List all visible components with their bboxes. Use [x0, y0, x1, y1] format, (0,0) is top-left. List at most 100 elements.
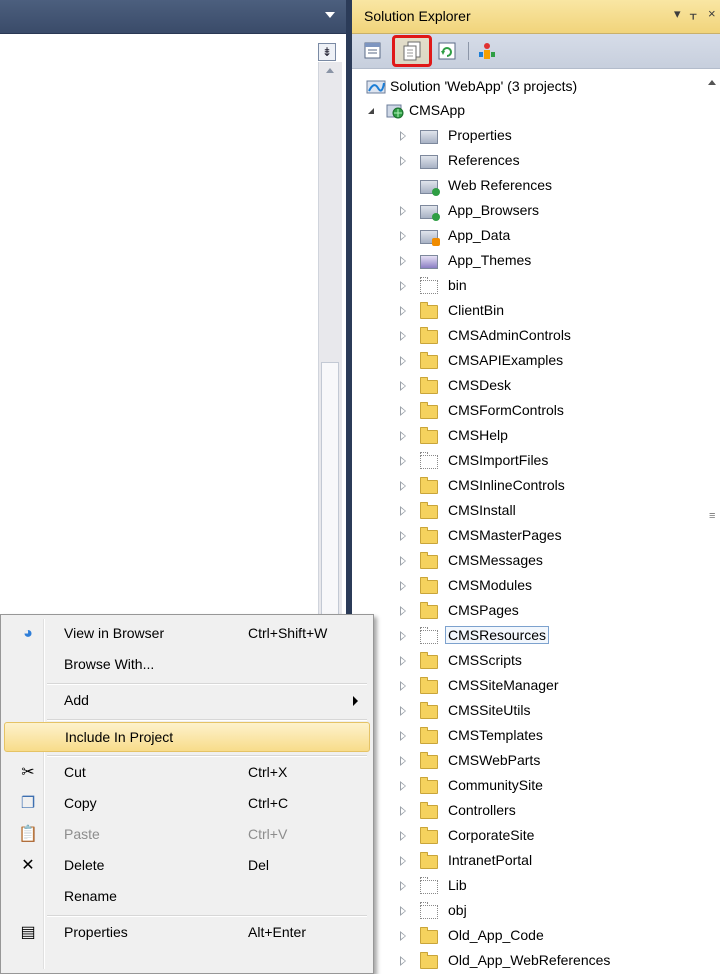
split-window-button[interactable]: ⇟	[318, 43, 336, 61]
expand-arrow-icon[interactable]	[400, 156, 406, 166]
scroll-grip-icon[interactable]: ≡	[709, 510, 715, 522]
editor-dropdown-icon[interactable]	[325, 12, 335, 18]
tree-item[interactable]: CMSImportFiles	[352, 449, 702, 473]
tree-item[interactable]: Controllers	[352, 799, 702, 823]
expand-arrow-icon[interactable]	[400, 881, 406, 891]
tree-item[interactable]: CommunitySite	[352, 774, 702, 798]
tree-item[interactable]: CMSScripts	[352, 649, 702, 673]
tree-item[interactable]: CMSModules	[352, 574, 702, 598]
tree-item[interactable]: References	[352, 149, 702, 173]
expand-arrow-icon[interactable]	[400, 781, 406, 791]
folder-icon	[420, 302, 438, 319]
tree-item[interactable]: CorporateSite	[352, 824, 702, 848]
pin-icon[interactable]: ᚁ	[690, 6, 696, 22]
tree-item[interactable]: bin	[352, 274, 702, 298]
tree-item[interactable]: App_Browsers	[352, 199, 702, 223]
menu-item-add[interactable]: Add	[4, 686, 370, 716]
menu-item-view-in-browser[interactable]: ◕ View in Browser Ctrl+Shift+W	[4, 619, 370, 649]
tree-item[interactable]: CMSFormControls	[352, 399, 702, 423]
properties-icon[interactable]	[362, 40, 384, 62]
expand-arrow-icon[interactable]	[400, 356, 406, 366]
tree-item[interactable]: ClientBin	[352, 299, 702, 323]
tree-item[interactable]: CMSHelp	[352, 424, 702, 448]
show-all-files-icon[interactable]	[401, 40, 423, 62]
expand-arrow-icon[interactable]	[400, 956, 406, 966]
tree-item[interactable]: CMSPages	[352, 599, 702, 623]
menu-item-rename[interactable]: Rename	[4, 882, 370, 912]
tree-item[interactable]: CMSResources	[352, 624, 702, 648]
tree-item[interactable]: CMSDesk	[352, 374, 702, 398]
menu-item-properties[interactable]: ▤ Properties Alt+Enter	[4, 918, 370, 948]
expand-arrow-icon[interactable]	[400, 581, 406, 591]
expand-arrow-icon[interactable]	[400, 481, 406, 491]
refresh-icon[interactable]	[436, 40, 458, 62]
menu-item-include-in-project[interactable]: Include In Project	[4, 722, 370, 752]
close-icon[interactable]: ×	[708, 6, 716, 21]
window-position-dropdown-icon[interactable]: ▾	[674, 6, 681, 22]
menu-item-label: Add	[64, 692, 89, 708]
tree-item[interactable]: CMSAdminControls	[352, 324, 702, 348]
expand-arrow-icon[interactable]	[400, 931, 406, 941]
expand-arrow-icon[interactable]	[400, 906, 406, 916]
expand-arrow-icon[interactable]	[400, 456, 406, 466]
expand-arrow-icon[interactable]	[400, 331, 406, 341]
expand-arrow-icon[interactable]	[400, 806, 406, 816]
collapse-arrow-icon[interactable]	[368, 108, 374, 114]
tree-item[interactable]: Old_App_Code	[352, 924, 702, 948]
tree-item-label: CMSSiteManager	[448, 677, 559, 693]
menu-item-label: Browse With...	[64, 656, 155, 672]
tree-item[interactable]: CMSMasterPages	[352, 524, 702, 548]
expand-arrow-icon[interactable]	[400, 631, 406, 641]
scroll-up-icon[interactable]	[326, 68, 334, 73]
menu-separator	[47, 755, 367, 757]
tree-item[interactable]: CMSAPIExamples	[352, 349, 702, 373]
menu-item-browse-with[interactable]: Browse With...	[4, 650, 370, 680]
expand-arrow-icon[interactable]	[400, 856, 406, 866]
solution-explorer-scrollbar[interactable]: ≡	[704, 70, 720, 974]
expand-arrow-icon[interactable]	[400, 281, 406, 291]
folder-icon	[420, 552, 438, 569]
tree-item[interactable]: obj	[352, 899, 702, 923]
expand-arrow-icon[interactable]	[400, 731, 406, 741]
expand-arrow-icon[interactable]	[400, 431, 406, 441]
expand-arrow-icon[interactable]	[400, 506, 406, 516]
tree-item[interactable]: App_Data	[352, 224, 702, 248]
expand-arrow-icon[interactable]	[400, 681, 406, 691]
menu-item-delete[interactable]: ✕ Delete Del	[4, 851, 370, 881]
expand-arrow-icon[interactable]	[400, 656, 406, 666]
tree-item[interactable]: Properties	[352, 124, 702, 148]
expand-arrow-icon[interactable]	[400, 406, 406, 416]
expand-arrow-icon[interactable]	[400, 556, 406, 566]
expand-arrow-icon[interactable]	[400, 381, 406, 391]
expand-arrow-icon[interactable]	[400, 256, 406, 266]
expand-arrow-icon[interactable]	[400, 231, 406, 241]
class-diagram-icon[interactable]	[476, 40, 498, 62]
tree-item[interactable]: CMSTemplates	[352, 724, 702, 748]
tree-item[interactable]: CMSSiteUtils	[352, 699, 702, 723]
tree-solution[interactable]: Solution 'WebApp' (3 projects)	[352, 75, 702, 99]
expand-arrow-icon[interactable]	[400, 206, 406, 216]
menu-item-copy[interactable]: ❐ Copy Ctrl+C	[4, 789, 370, 819]
menu-item-paste[interactable]: 📋 Paste Ctrl+V	[4, 820, 370, 850]
tree-project[interactable]: CMSApp	[352, 99, 702, 123]
tree-item[interactable]: CMSInlineControls	[352, 474, 702, 498]
tree-item[interactable]: Lib	[352, 874, 702, 898]
folder-icon	[420, 677, 438, 694]
expand-arrow-icon[interactable]	[400, 531, 406, 541]
tree-item[interactable]: App_Themes	[352, 249, 702, 273]
tree-item[interactable]: Web References	[352, 174, 702, 198]
expand-arrow-icon[interactable]	[400, 831, 406, 841]
expand-arrow-icon[interactable]	[400, 706, 406, 716]
expand-arrow-icon[interactable]	[400, 306, 406, 316]
tree-item[interactable]: IntranetPortal	[352, 849, 702, 873]
tree-item[interactable]: Old_App_WebReferences	[352, 949, 702, 973]
expand-arrow-icon[interactable]	[400, 606, 406, 616]
scroll-up-icon[interactable]	[708, 80, 716, 85]
tree-item[interactable]: CMSInstall	[352, 499, 702, 523]
tree-item[interactable]: CMSSiteManager	[352, 674, 702, 698]
tree-item[interactable]: CMSMessages	[352, 549, 702, 573]
expand-arrow-icon[interactable]	[400, 131, 406, 141]
tree-item[interactable]: CMSWebParts	[352, 749, 702, 773]
menu-item-cut[interactable]: ✂ Cut Ctrl+X	[4, 758, 370, 788]
expand-arrow-icon[interactable]	[400, 756, 406, 766]
